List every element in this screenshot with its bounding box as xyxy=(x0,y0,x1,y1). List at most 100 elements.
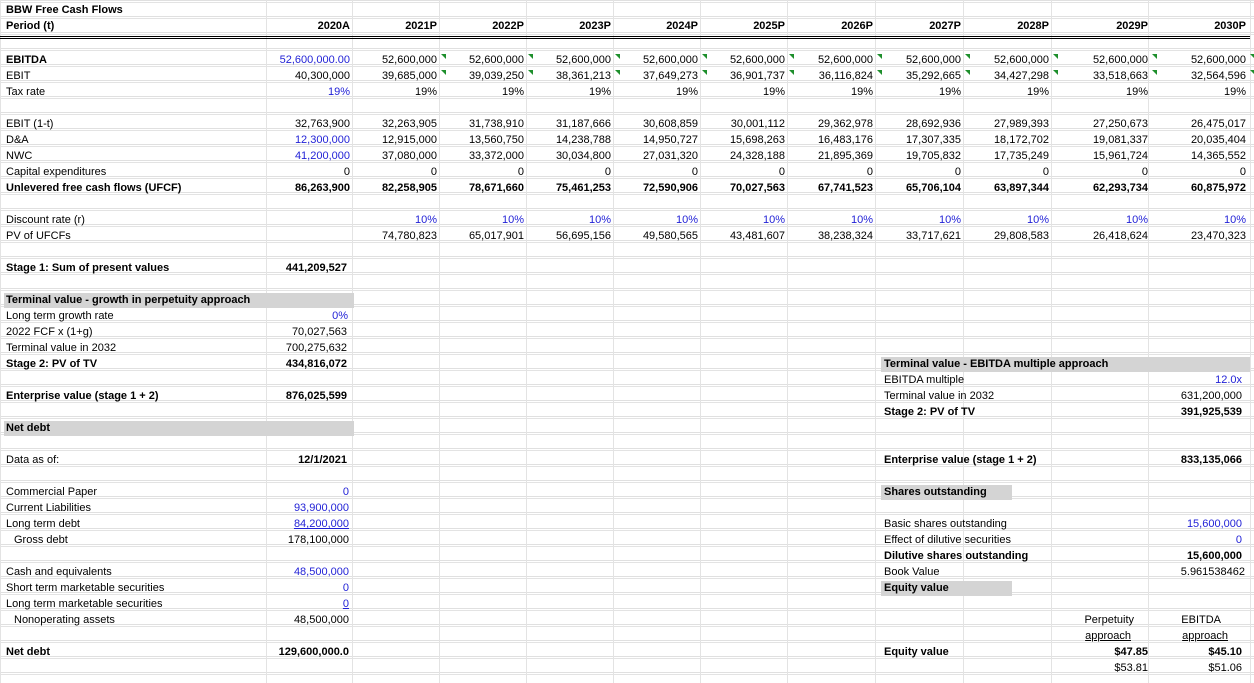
row-label-ebit1t[interactable]: EBIT (1-t) xyxy=(6,117,53,132)
cell-ebit[interactable]: 39,685,000 xyxy=(347,69,437,84)
cell-disc[interactable]: 10% xyxy=(434,213,524,228)
cell-tax[interactable]: 19% xyxy=(521,85,611,100)
cell-ebit1t[interactable]: 31,738,910 xyxy=(434,117,524,132)
cell-da[interactable]: 13,560,750 xyxy=(434,133,524,148)
cell-ebitda[interactable]: 52,600,000 xyxy=(871,53,961,68)
tv-ebitda-header[interactable]: Terminal value - EBITDA multiple approac… xyxy=(881,357,1250,372)
cell-ufcf[interactable]: 67,741,523 xyxy=(783,181,873,196)
growth-value[interactable]: 0% xyxy=(268,309,348,324)
cell-disc[interactable]: 10% xyxy=(1058,213,1148,228)
cell-da[interactable]: 14,950,727 xyxy=(608,133,698,148)
net-debt-value[interactable]: 129,600,000.0 xyxy=(229,645,349,660)
cell-capex[interactable]: 0 xyxy=(1058,165,1148,180)
cp-label[interactable]: Commercial Paper xyxy=(6,485,97,500)
cell-tax[interactable]: 19% xyxy=(434,85,524,100)
cell-ebit1t[interactable]: 32,263,905 xyxy=(347,117,437,132)
perp-equity-value-1[interactable]: $47.85 xyxy=(1068,645,1148,660)
cell-capex[interactable]: 0 xyxy=(695,165,785,180)
cell-nwc[interactable]: 17,735,249 xyxy=(959,149,1049,164)
ltms-value[interactable]: 0 xyxy=(249,597,349,612)
row-label-pv[interactable]: PV of UFCFs xyxy=(6,229,71,244)
cell-ebit1t[interactable]: 27,250,673 xyxy=(1058,117,1148,132)
cell-ebit1t[interactable]: 29,362,978 xyxy=(783,117,873,132)
ev-ebitda-label[interactable]: Enterprise value (stage 1 + 2) xyxy=(884,453,1037,468)
cell-ebit1t[interactable]: 26,475,017 xyxy=(1156,117,1246,132)
cell-nwc[interactable]: 41,200,000 xyxy=(260,149,350,164)
cell-capex[interactable]: 0 xyxy=(871,165,961,180)
cell-da[interactable]: 15,698,263 xyxy=(695,133,785,148)
data-as-of-value[interactable]: 12/1/2021 xyxy=(247,453,347,468)
cell-capex[interactable]: 0 xyxy=(1156,165,1246,180)
dilutive-effect-label[interactable]: Effect of dilutive securities xyxy=(884,533,1011,548)
cell-ebit[interactable]: 33,518,663 xyxy=(1058,69,1148,84)
nonop-value[interactable]: 48,500,000 xyxy=(249,613,349,628)
row-label-ebit[interactable]: EBIT xyxy=(6,69,30,84)
cell-disc[interactable]: 10% xyxy=(347,213,437,228)
cell-nwc[interactable]: 27,031,320 xyxy=(608,149,698,164)
cell-tax[interactable]: 19% xyxy=(1058,85,1148,100)
ltd-value[interactable]: 84,200,000 xyxy=(249,517,349,532)
cell-pv[interactable]: 38,238,324 xyxy=(783,229,873,244)
cell-tax[interactable]: 19% xyxy=(783,85,873,100)
cell-disc[interactable]: 10% xyxy=(521,213,611,228)
cell-pv[interactable]: 65,017,901 xyxy=(434,229,524,244)
dilutive-shares-value[interactable]: 15,600,000 xyxy=(1142,549,1242,564)
cell-pv[interactable]: 33,717,621 xyxy=(871,229,961,244)
year-header[interactable]: 2024P xyxy=(618,19,698,34)
cell-disc[interactable]: 10% xyxy=(959,213,1049,228)
net-debt-header[interactable]: Net debt xyxy=(4,421,354,436)
stage2-perp-label[interactable]: Stage 2: PV of TV xyxy=(6,357,97,372)
dilutive-effect-value[interactable]: 0 xyxy=(1142,533,1242,548)
nonop-label[interactable]: Nonoperating assets xyxy=(14,613,115,628)
cell-ebitda[interactable]: 52,600,000 xyxy=(1156,53,1246,68)
basic-shares-value[interactable]: 15,600,000 xyxy=(1142,517,1242,532)
cell-ebitda[interactable]: 52,600,000 xyxy=(347,53,437,68)
row-label-da[interactable]: D&A xyxy=(6,133,29,148)
ltd-label[interactable]: Long term debt xyxy=(6,517,80,532)
cell-ebitda[interactable]: 52,600,000.00 xyxy=(260,53,350,68)
cell-capex[interactable]: 0 xyxy=(521,165,611,180)
year-header[interactable]: 2028P xyxy=(969,19,1049,34)
cell-ebit[interactable]: 32,564,596 xyxy=(1156,69,1246,84)
cell-nwc[interactable]: 33,372,000 xyxy=(434,149,524,164)
dilutive-shares-label[interactable]: Dilutive shares outstanding xyxy=(884,549,1028,564)
row-label-ufcf[interactable]: Unlevered free cash flows (UFCF) xyxy=(6,181,181,196)
cell-ebit1t[interactable]: 27,989,393 xyxy=(959,117,1049,132)
cell-da[interactable]: 18,172,702 xyxy=(959,133,1049,148)
cell-ebit[interactable]: 38,361,213 xyxy=(521,69,611,84)
cell-da[interactable]: 20,035,404 xyxy=(1156,133,1246,148)
fcf-label[interactable]: 2022 FCF x (1+g) xyxy=(6,325,93,340)
sheet-title[interactable]: BBW Free Cash Flows xyxy=(6,3,123,18)
tv-perp-label[interactable]: Terminal value in 2032 xyxy=(6,341,116,356)
cell-ebit[interactable]: 39,039,250 xyxy=(434,69,524,84)
stms-label[interactable]: Short term marketable securities xyxy=(6,581,164,596)
book-value-value[interactable]: 5.961538462 xyxy=(1145,565,1245,580)
ebitda-approach-h1[interactable]: EBITDA xyxy=(1141,613,1221,628)
cell-nwc[interactable]: 21,895,369 xyxy=(783,149,873,164)
year-header[interactable]: 2029P xyxy=(1068,19,1148,34)
cell-nwc[interactable]: 15,961,724 xyxy=(1058,149,1148,164)
cell-ebitda[interactable]: 52,600,000 xyxy=(434,53,524,68)
stage1-value[interactable]: 441,209,527 xyxy=(227,261,347,276)
cell-ebit[interactable]: 34,427,298 xyxy=(959,69,1049,84)
tv-perp-header[interactable]: Terminal value - growth in perpetuity ap… xyxy=(4,293,354,308)
cell-tax[interactable]: 19% xyxy=(347,85,437,100)
gross-debt-label[interactable]: Gross debt xyxy=(14,533,68,548)
cell-ebit1t[interactable]: 31,187,666 xyxy=(521,117,611,132)
cell-tax[interactable]: 19% xyxy=(1156,85,1246,100)
cell-ebitda[interactable]: 52,600,000 xyxy=(521,53,611,68)
cell-da[interactable]: 12,915,000 xyxy=(347,133,437,148)
cell-nwc[interactable]: 19,705,832 xyxy=(871,149,961,164)
cell-ufcf[interactable]: 75,461,253 xyxy=(521,181,611,196)
cell-ufcf[interactable]: 60,875,972 xyxy=(1156,181,1246,196)
cell-pv[interactable]: 74,780,823 xyxy=(347,229,437,244)
cell-disc[interactable] xyxy=(260,213,350,228)
tv-ebitda-label[interactable]: Terminal value in 2032 xyxy=(884,389,994,404)
year-header[interactable]: 2027P xyxy=(881,19,961,34)
cell-capex[interactable]: 0 xyxy=(608,165,698,180)
cell-pv[interactable]: 49,580,565 xyxy=(608,229,698,244)
cell-ufcf[interactable]: 86,263,900 xyxy=(260,181,350,196)
cell-tax[interactable]: 19% xyxy=(959,85,1049,100)
cell-pv[interactable]: 43,481,607 xyxy=(695,229,785,244)
row-label-disc[interactable]: Discount rate (r) xyxy=(6,213,85,228)
